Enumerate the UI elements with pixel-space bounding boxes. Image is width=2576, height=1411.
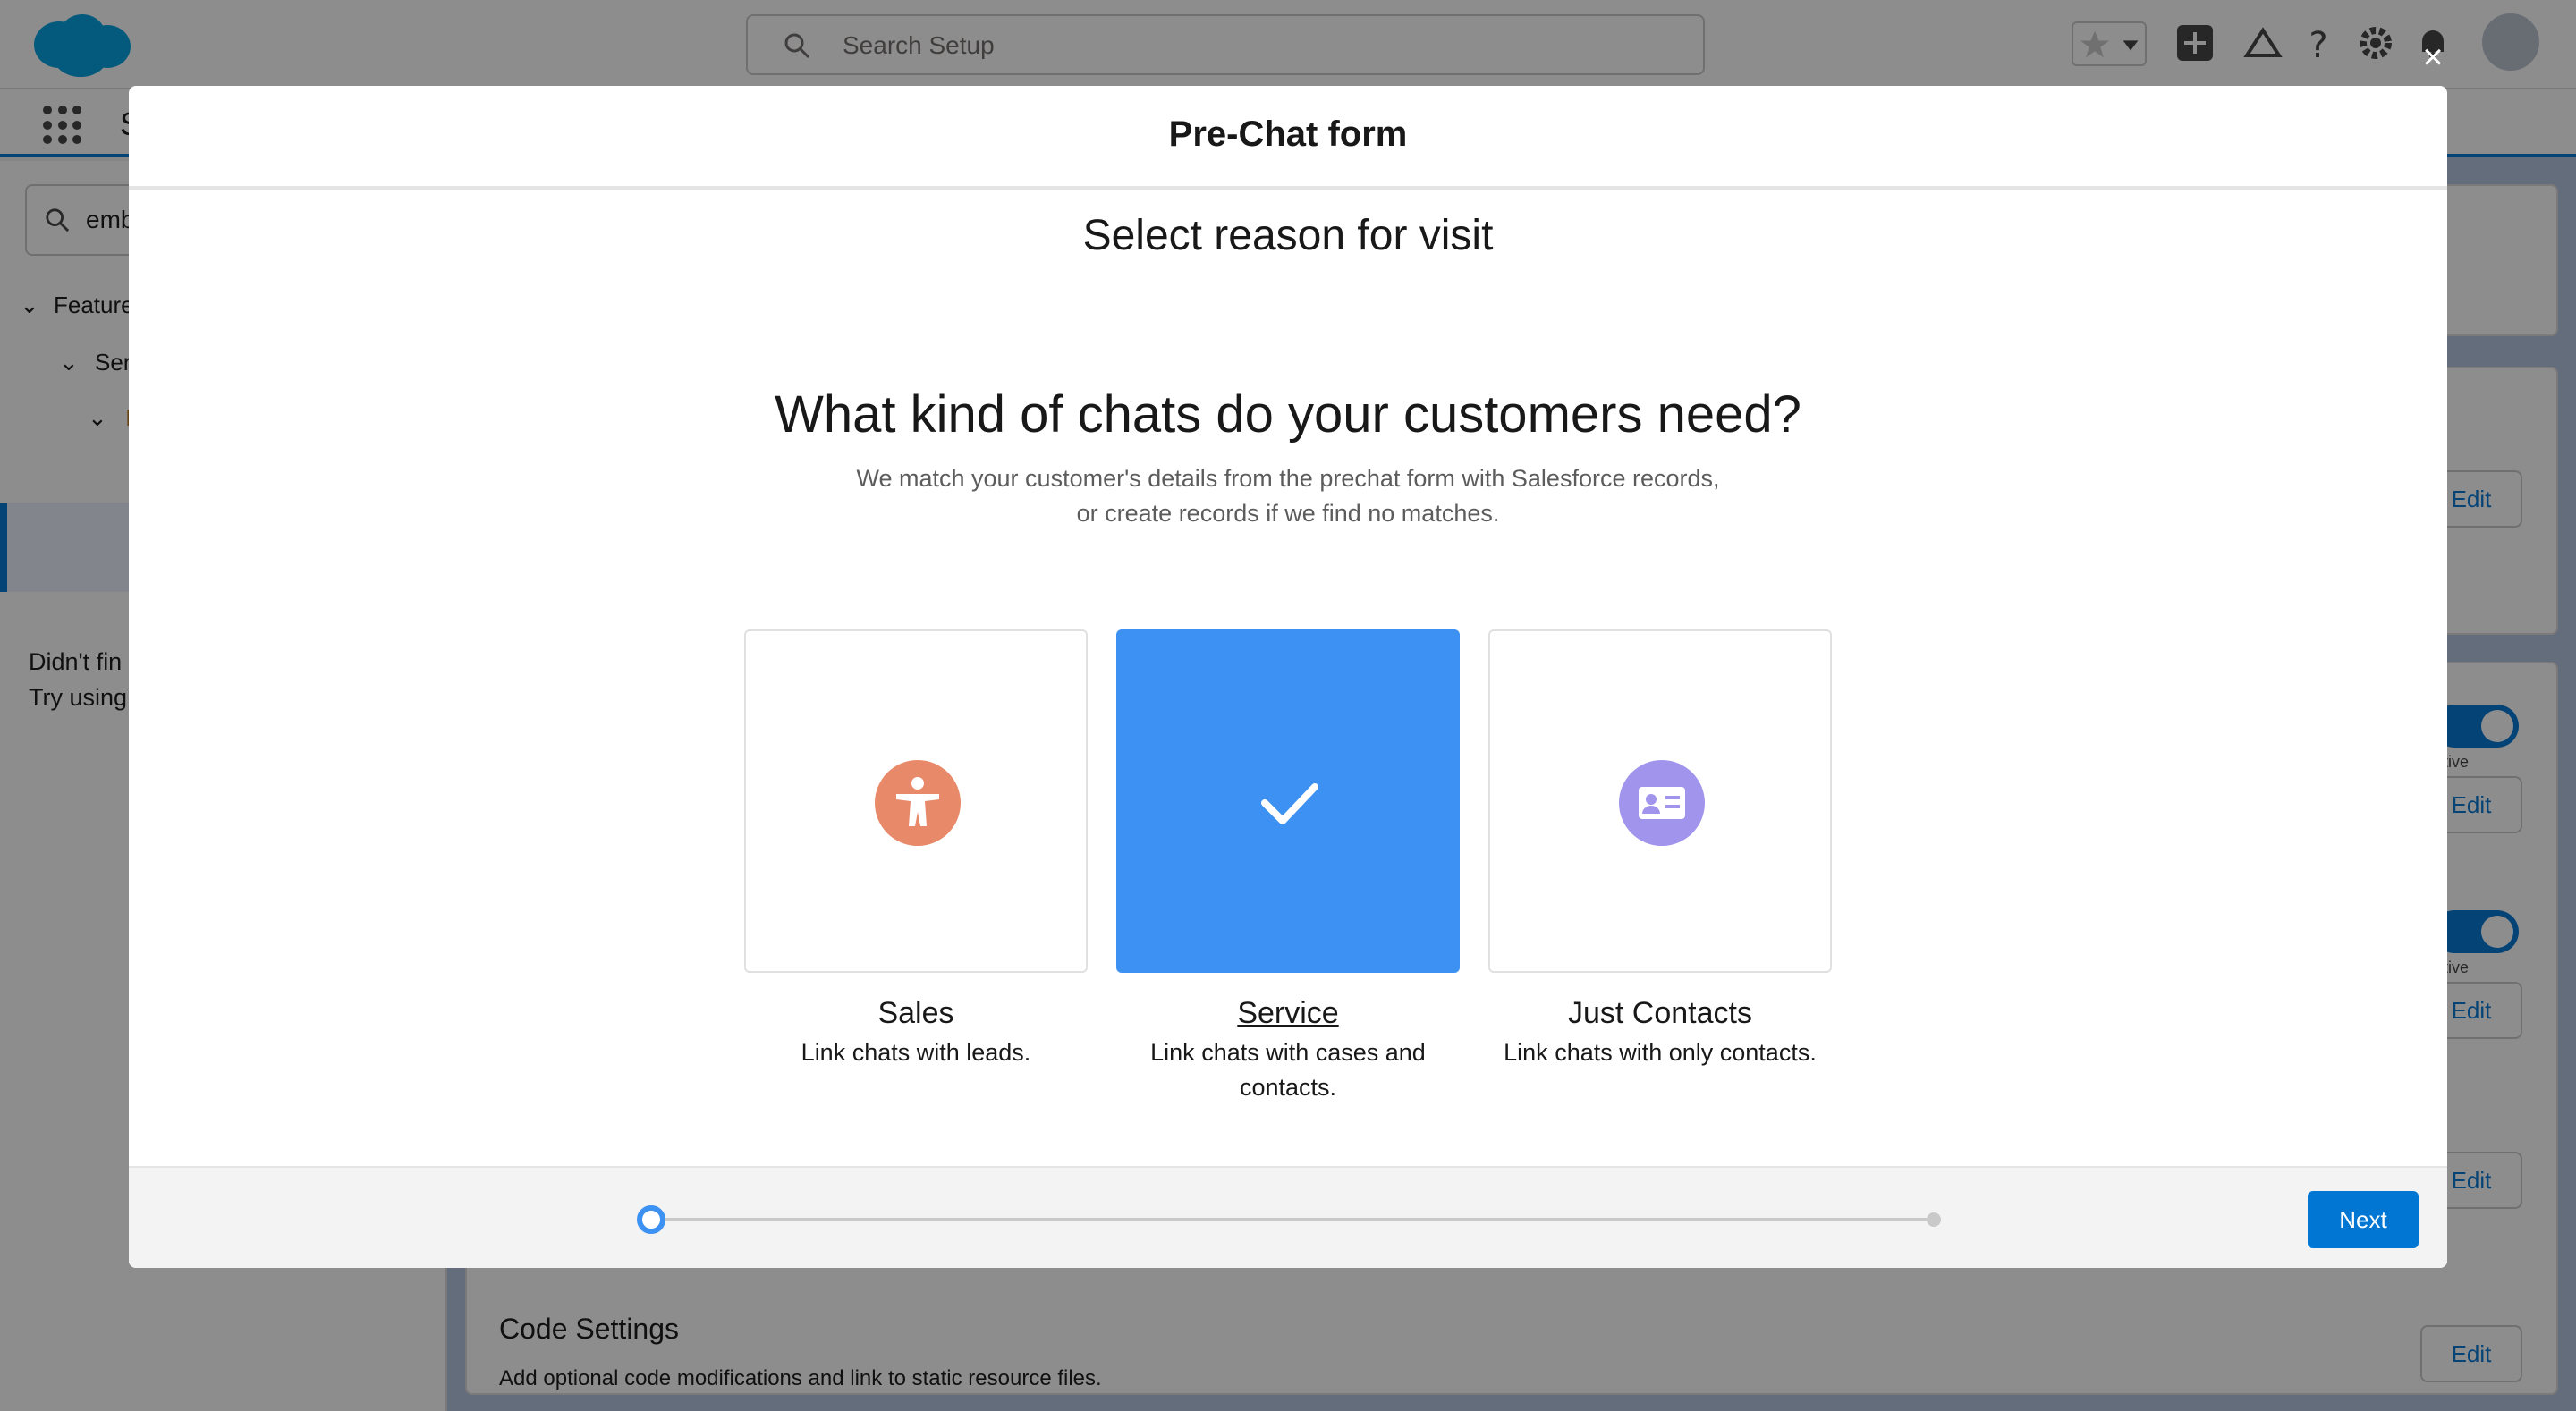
service-option-description: Link chats with cases and contacts.	[1150, 1039, 1426, 1101]
question-description: We match your customer's details from th…	[751, 461, 1825, 531]
prechat-modal: Pre-Chat form Select reason for visit Wh…	[129, 86, 2447, 1268]
next-button[interactable]: Next	[2308, 1191, 2419, 1248]
progress-track	[665, 1218, 1927, 1221]
just-contacts-option-tile[interactable]	[1488, 629, 1832, 973]
person-icon	[875, 760, 961, 846]
close-icon[interactable]: ×	[2415, 39, 2451, 75]
sales-option-description: Link chats with leads.	[801, 1039, 1031, 1066]
progress-step-final[interactable]	[1927, 1212, 1941, 1227]
contact-card-icon	[1619, 760, 1705, 846]
just-contacts-option-label[interactable]: Just Contacts	[1488, 996, 1832, 1031]
checkmark-icon	[1261, 783, 1318, 824]
sales-option-tile[interactable]	[744, 629, 1088, 973]
question-heading: What kind of chats do your customers nee…	[775, 385, 1801, 444]
sales-option-label[interactable]: Sales	[744, 996, 1088, 1031]
service-option-tile[interactable]	[1116, 629, 1460, 973]
service-option-label[interactable]: Service	[1116, 996, 1460, 1031]
just-contacts-option-description: Link chats with only contacts.	[1504, 1039, 1817, 1066]
modal-title: Pre-Chat form	[1168, 114, 1408, 154]
modal-header: Pre-Chat form	[129, 86, 2447, 190]
step-title: Select reason for visit	[1082, 212, 1494, 259]
description-line1: We match your customer's details from th…	[856, 465, 1720, 492]
modal-footer: Next	[129, 1166, 2447, 1268]
description-line2: or create records if we find no matches.	[1076, 500, 1500, 527]
progress-step-current[interactable]	[637, 1205, 665, 1234]
